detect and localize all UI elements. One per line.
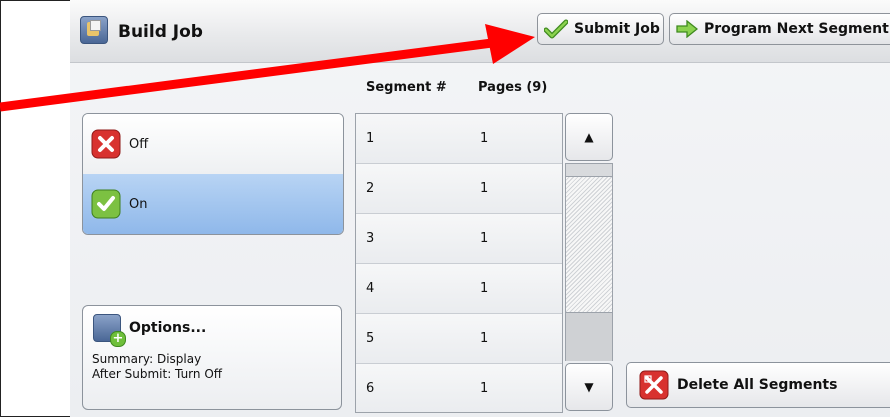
on-option[interactable]: On [83, 174, 343, 234]
column-header-pages: Pages (9) [478, 80, 548, 95]
down-triangle-icon: ▼ [584, 380, 594, 394]
build-job-icon [80, 16, 108, 44]
segment-pages: 1 [480, 281, 489, 296]
delete-x-icon [639, 370, 669, 400]
green-check-icon [91, 189, 121, 219]
program-next-segment-label: Program Next Segment [704, 21, 889, 37]
segment-number: 6 [366, 381, 375, 396]
options-button[interactable]: Options... Summary: Display After Submit… [82, 305, 342, 410]
checkmark-icon [544, 19, 568, 39]
segment-table: 1 1 2 1 3 1 4 1 5 1 6 1 [355, 113, 563, 413]
summary-line-2: After Submit: Turn Off [92, 367, 223, 381]
segment-pages: 1 [480, 131, 489, 146]
segment-pages: 1 [480, 231, 489, 246]
on-label: On [129, 196, 148, 212]
red-x-icon [91, 129, 121, 159]
options-plus-icon [93, 314, 126, 347]
page-title: Build Job [118, 22, 203, 42]
table-row[interactable]: 3 1 [356, 214, 562, 264]
build-job-toggle: Off On [82, 113, 344, 235]
segment-pages: 1 [480, 331, 489, 346]
build-job-screen: Build Job Submit Job Program Next Segmen… [70, 0, 890, 417]
scroll-thumb[interactable] [566, 312, 612, 361]
table-row[interactable]: 1 1 [356, 114, 562, 164]
table-row[interactable]: 6 1 [356, 364, 562, 412]
delete-all-segments-label: Delete All Segments [677, 377, 838, 393]
table-row[interactable]: 4 1 [356, 264, 562, 314]
scroll-up-button[interactable]: ▲ [565, 113, 613, 161]
up-triangle-icon: ▲ [584, 130, 594, 144]
options-summary: Summary: Display After Submit: Turn Off [92, 352, 222, 382]
scroll-track-cap [566, 164, 612, 177]
off-label: Off [129, 136, 149, 152]
column-header-segment: Segment # [366, 80, 447, 95]
segment-number: 5 [366, 331, 375, 346]
submit-job-button[interactable]: Submit Job [537, 13, 664, 45]
off-option[interactable]: Off [83, 114, 343, 175]
segment-number: 1 [366, 131, 375, 146]
submit-job-label: Submit Job [574, 21, 660, 37]
segment-pages: 1 [480, 381, 489, 396]
segment-number: 2 [366, 181, 375, 196]
delete-all-segments-button[interactable]: Delete All Segments [626, 362, 890, 408]
table-scrollbar: ▲ ▼ [565, 113, 613, 411]
header-bar: Build Job Submit Job Program Next Segmen… [70, 0, 890, 63]
summary-line-1: Summary: Display [92, 352, 202, 366]
scroll-track[interactable] [565, 163, 613, 361]
options-label: Options... [129, 320, 207, 336]
segment-number: 3 [366, 231, 375, 246]
table-row[interactable]: 2 1 [356, 164, 562, 214]
segment-number: 4 [366, 281, 375, 296]
green-arrow-icon [676, 20, 698, 38]
table-row[interactable]: 5 1 [356, 314, 562, 364]
program-next-segment-button[interactable]: Program Next Segment [669, 13, 890, 45]
scroll-down-button[interactable]: ▼ [565, 363, 613, 411]
segment-pages: 1 [480, 181, 489, 196]
